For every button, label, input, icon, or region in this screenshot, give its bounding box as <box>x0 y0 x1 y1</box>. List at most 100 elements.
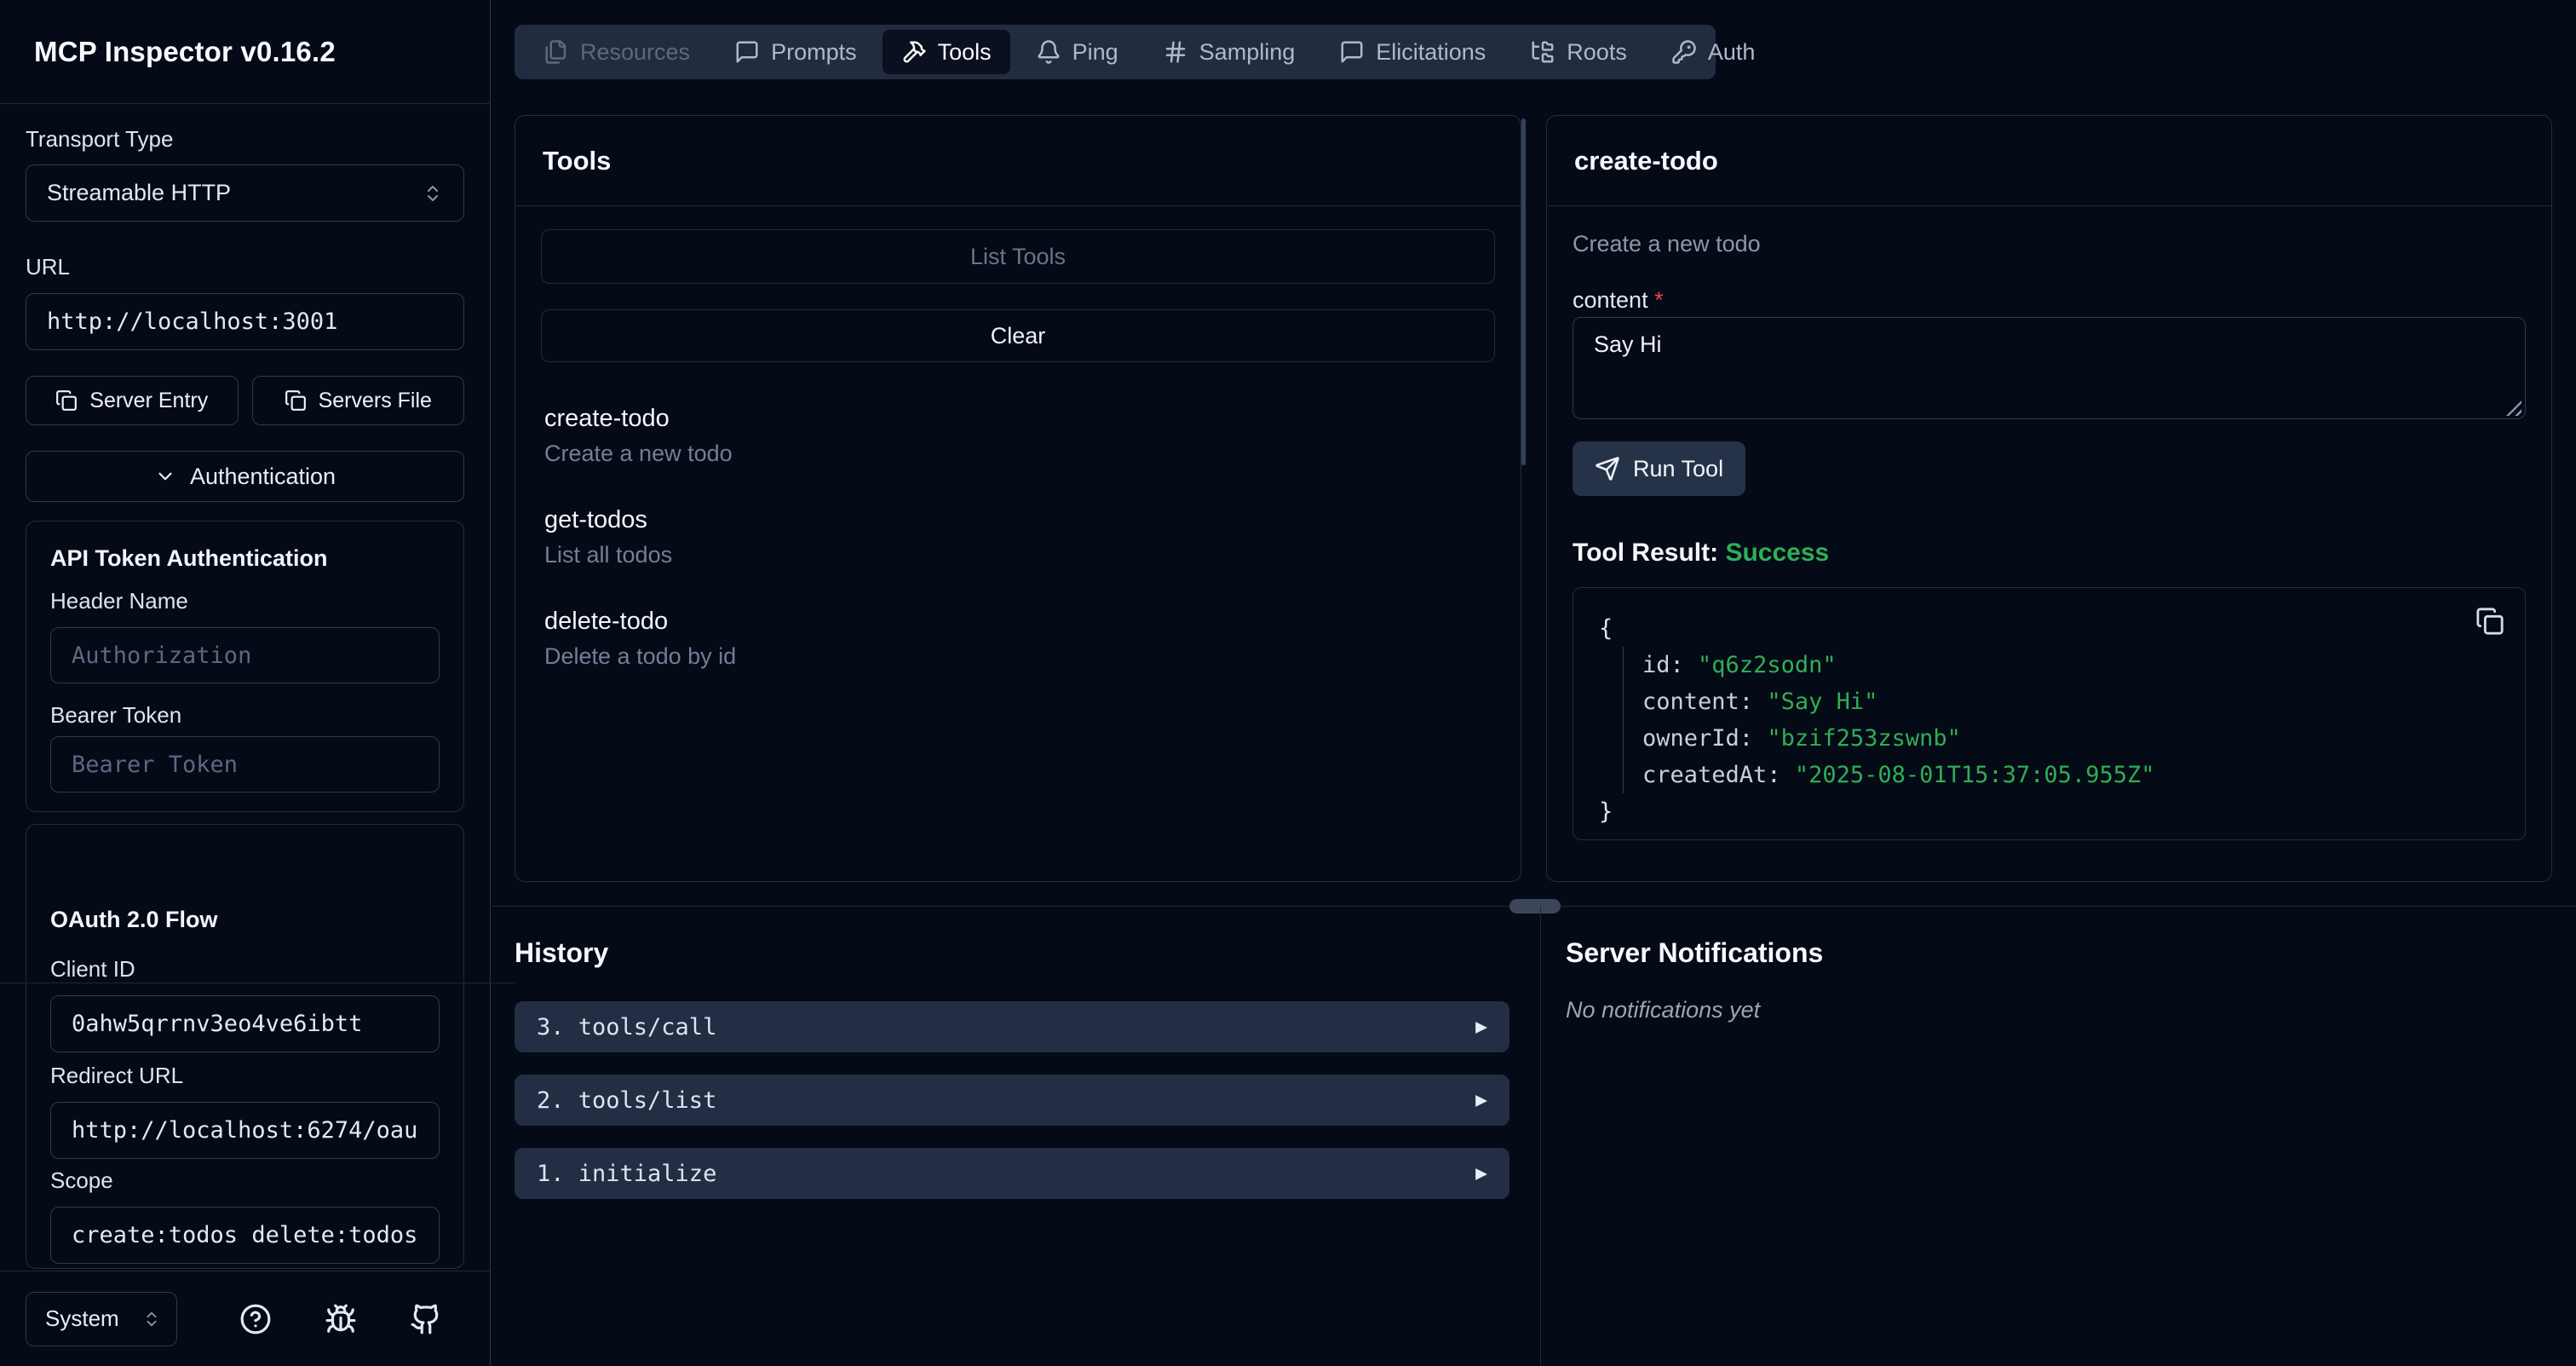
entry-buttons-row: Server Entry Servers File <box>26 376 464 425</box>
expand-triangle-icon: ▶ <box>1475 1091 1487 1110</box>
tool-runner-header: create-todo <box>1547 116 2551 206</box>
tool-list-item-delete-todo[interactable]: delete-todo Delete a todo by id <box>544 608 1492 670</box>
top-nav: Resources Prompts Tools Ping Sampling El… <box>515 25 1716 79</box>
clear-tools-button[interactable]: Clear <box>541 309 1495 362</box>
tab-ping[interactable]: Ping <box>1017 30 1137 74</box>
history-panel: History 3. tools/call ▶ 2. tools/list ▶ … <box>492 907 1540 1366</box>
tool-result-line: Tool Result: Success <box>1573 539 2526 568</box>
hammer-icon <box>901 39 927 65</box>
tab-auth[interactable]: Auth <box>1653 30 1774 74</box>
json-row: ownerId: "bzif253zswnb" <box>1642 720 2499 757</box>
scope-input[interactable] <box>50 1207 440 1264</box>
header-name-input[interactable] <box>50 627 440 683</box>
json-rows: id: "q6z2sodn" content: "Say Hi" ownerId… <box>1623 647 2499 793</box>
sidebar-footer: System <box>0 1271 490 1366</box>
sidebar-header: MCP Inspector v0.16.2 <box>0 0 490 104</box>
message-square-icon <box>1339 39 1365 65</box>
transport-type-label: Transport Type <box>26 126 464 153</box>
header-name-label: Header Name <box>50 588 440 614</box>
oauth-flow-card: OAuth 2.0 Flow Client ID Redirect URL Sc… <box>26 824 464 1269</box>
tab-resources[interactable]: Resources <box>525 30 709 74</box>
url-input[interactable] <box>26 293 464 350</box>
server-entry-button[interactable]: Server Entry <box>26 376 239 425</box>
param-content-input[interactable]: Say Hi <box>1573 317 2526 419</box>
required-asterisk: * <box>1654 287 1664 313</box>
bearer-token-input[interactable] <box>50 736 440 793</box>
list-tools-button[interactable]: List Tools <box>541 229 1495 284</box>
json-close-brace: } <box>1599 793 2499 830</box>
bell-icon <box>1036 39 1061 65</box>
tools-panel-header: Tools <box>515 116 1521 206</box>
hash-icon <box>1163 39 1188 65</box>
json-row: createdAt: "2025-08-01T15:37:05.955Z" <box>1642 757 2499 793</box>
param-label: content * <box>1573 285 2526 314</box>
api-token-auth-card: API Token Authentication Header Name Bea… <box>26 521 464 812</box>
copy-result-button[interactable] <box>2475 607 2504 647</box>
json-row: id: "q6z2sodn" <box>1642 647 2499 683</box>
theme-select[interactable]: System <box>26 1292 177 1346</box>
tab-sampling[interactable]: Sampling <box>1144 30 1314 74</box>
tab-roots[interactable]: Roots <box>1511 30 1646 74</box>
copy-icon <box>285 389 307 412</box>
scope-label: Scope <box>50 1167 440 1193</box>
tools-panel-body: List Tools Clear create-todo Create a ne… <box>515 206 1521 732</box>
send-icon <box>1595 456 1620 481</box>
tools-panel-title: Tools <box>543 146 611 176</box>
sidebar-content: Transport Type Streamable HTTP URL Serve… <box>0 126 490 1269</box>
tab-elicitations[interactable]: Elicitations <box>1320 30 1504 74</box>
history-title: History <box>515 937 1509 969</box>
expand-triangle-icon: ▶ <box>1475 1164 1487 1184</box>
result-status-badge: Success <box>1725 539 1829 567</box>
tool-result-json: { id: "q6z2sodn" content: "Say Hi" owner… <box>1573 587 2526 840</box>
tools-panel: Tools List Tools Clear create-todo Creat… <box>515 115 1521 882</box>
transport-type-select[interactable]: Streamable HTTP <box>26 164 464 222</box>
bug-icon[interactable] <box>325 1303 357 1335</box>
history-item-tools-call[interactable]: 3. tools/call ▶ <box>515 1001 1509 1052</box>
transport-type-value: Streamable HTTP <box>47 180 231 206</box>
copy-icon <box>2475 607 2504 636</box>
history-item-initialize[interactable]: 1. initialize ▶ <box>515 1148 1509 1199</box>
run-tool-button[interactable]: Run Tool <box>1573 441 1745 496</box>
servers-file-button[interactable]: Servers File <box>252 376 465 425</box>
bearer-token-label: Bearer Token <box>50 702 440 728</box>
authentication-toggle[interactable]: Authentication <box>26 451 464 502</box>
redirect-url-label: Redirect URL <box>50 1063 440 1088</box>
help-icon[interactable] <box>239 1303 272 1335</box>
server-entry-label: Server Entry <box>89 389 208 413</box>
message-square-icon <box>734 39 760 65</box>
tool-runner-title: create-todo <box>1574 146 1718 176</box>
chevrons-up-down-icon <box>423 183 443 204</box>
history-item-tools-list[interactable]: 2. tools/list ▶ <box>515 1075 1509 1126</box>
tool-list-item-get-todos[interactable]: get-todos List all todos <box>544 506 1492 568</box>
chevron-down-icon <box>154 465 176 487</box>
client-id-label: Client ID <box>50 956 440 982</box>
files-icon <box>543 39 569 65</box>
no-notifications-message: No notifications yet <box>1566 997 2576 1023</box>
footer-icons <box>239 1303 442 1335</box>
app-title: MCP Inspector v0.16.2 <box>34 36 336 68</box>
servers-file-label: Servers File <box>319 389 432 413</box>
tab-prompts[interactable]: Prompts <box>716 30 876 74</box>
json-open-brace: { <box>1599 610 2499 647</box>
tool-runner-panel: create-todo Create a new todo content * … <box>1546 115 2552 882</box>
theme-select-value: System <box>45 1305 119 1332</box>
client-id-input[interactable] <box>50 995 440 1052</box>
chevrons-up-down-icon <box>142 1310 161 1329</box>
folder-tree-icon <box>1530 39 1555 65</box>
tool-runner-body: Create a new todo content * Say Hi Run T… <box>1547 206 2551 863</box>
tab-tools[interactable]: Tools <box>883 30 1010 74</box>
copy-icon <box>55 389 78 412</box>
github-icon[interactable] <box>410 1303 442 1335</box>
tools-panel-scrollbar[interactable] <box>1521 118 1526 465</box>
server-notifications-panel: Server Notifications No notifications ye… <box>1541 907 2576 1366</box>
server-notifications-title: Server Notifications <box>1566 937 2576 969</box>
oauth-flow-title: OAuth 2.0 Flow <box>50 905 440 934</box>
tool-description: Create a new todo <box>1573 229 2526 258</box>
mcp-inspector-app: MCP Inspector v0.16.2 Transport Type Str… <box>0 0 2576 1366</box>
expand-triangle-icon: ▶ <box>1475 1017 1487 1037</box>
authentication-toggle-label: Authentication <box>190 464 336 490</box>
redirect-url-input[interactable] <box>50 1102 440 1159</box>
tool-list-item-create-todo[interactable]: create-todo Create a new todo <box>544 405 1492 467</box>
key-icon <box>1671 39 1697 65</box>
tool-list: create-todo Create a new todo get-todos … <box>541 405 1495 670</box>
